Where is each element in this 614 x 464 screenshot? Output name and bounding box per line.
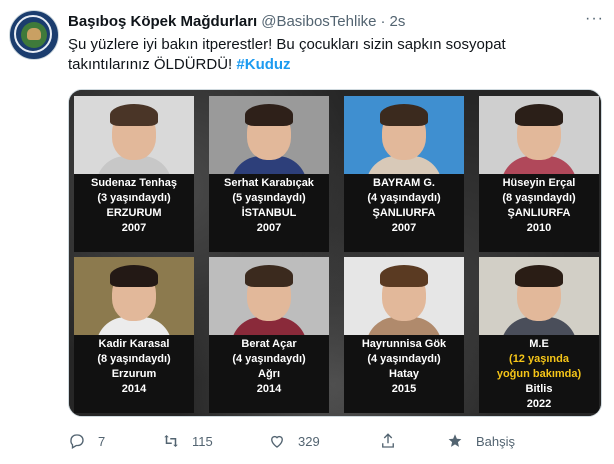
caption-line4: 2010 (526, 222, 552, 234)
child-photo (479, 257, 599, 335)
caption-line4: 2007 (391, 222, 417, 234)
caption-line2: (4 yaşındaydı) (367, 353, 441, 365)
child-photo (74, 96, 194, 174)
caption-line5: 2022 (526, 398, 552, 410)
share-button[interactable] (379, 430, 409, 452)
caption-line2: (4 yaşındaydı) (367, 192, 441, 204)
caption-line3: ŞANLIURFA (507, 207, 571, 219)
victim-card: Sudenaz Tenhaş (3 yaşındaydı) ERZURUM 2007 (74, 96, 194, 252)
avatar[interactable] (9, 10, 59, 60)
caption-line4: Bitlis (525, 383, 553, 395)
tweet-media[interactable]: Sudenaz Tenhaş (3 yaşındaydı) ERZURUM 2007 S… (68, 89, 602, 417)
child-photo (344, 96, 464, 174)
caption-line4: 2014 (121, 383, 147, 395)
victim-caption: Kadir Karasal (8 yaşındaydı) Erzurum 2014 (74, 337, 194, 397)
caption-line2: (5 yaşındaydı) (232, 192, 306, 204)
victim-card: M.E (12 yaşında yoğun bakımda) Bitlis 2022 (479, 257, 599, 413)
hashtag-link[interactable]: #Kuduz (236, 56, 290, 73)
separator-dot: · (380, 12, 386, 30)
caption-line4: 2015 (391, 383, 417, 395)
child-photo (479, 96, 599, 174)
victim-caption: Hayrunnisa Gök (4 yaşındaydı) Hatay 2015 (344, 337, 464, 397)
caption-line3: Ağrı (258, 368, 280, 380)
child-hair (380, 265, 428, 287)
victim-card: Kadir Karasal (8 yaşındaydı) Erzurum 2014 (74, 257, 194, 413)
child-photo (209, 96, 329, 174)
child-hair (515, 265, 563, 287)
retweet-icon (164, 435, 178, 447)
victim-caption: Berat Açar (4 yaşındaydı) Ağrı 2014 (209, 337, 329, 397)
child-hair (110, 265, 158, 287)
caption-line2: (12 yaşında (509, 353, 569, 365)
caption-line3: ŞANLIURFA (372, 207, 436, 219)
caption-line3: yoğun bakımda) (496, 368, 582, 380)
tip-icon (448, 434, 462, 447)
child-photo (74, 257, 194, 335)
child-photo (209, 257, 329, 335)
retweet-count: 115 (192, 433, 213, 449)
caption-line3: ERZURUM (106, 207, 162, 219)
dog-icon (27, 28, 41, 40)
caption-line1: M.E (529, 338, 549, 350)
display-name[interactable]: Başıboş Köpek Mağdurları (68, 13, 257, 30)
tweet-actions: 7 115 329 Bahşiş (68, 430, 518, 452)
caption-line1: Hüseyin Erçal (502, 177, 576, 189)
more-options-icon[interactable]: ··· (585, 10, 604, 28)
caption-line2: (4 yaşındaydı) (232, 353, 306, 365)
caption-line1: Kadir Karasal (98, 338, 170, 350)
retweet-button[interactable]: 115 (162, 430, 213, 452)
reply-button[interactable]: 7 (68, 430, 105, 452)
victim-card: Hüseyin Erçal (8 yaşındaydı) ŞANLIURFA 2010 (479, 96, 599, 252)
victim-card: BAYRAM G. (4 yaşındaydı) ŞANLIURFA 2007 (344, 96, 464, 252)
victim-caption: Serhat Karabıçak (5 yaşındaydı) İSTANBUL 20… (209, 176, 329, 236)
caption-line3: İSTANBUL (241, 207, 297, 219)
victim-card: Hayrunnisa Gök (4 yaşındaydı) Hatay 2015 (344, 257, 464, 413)
child-hair (380, 104, 428, 126)
caption-line4: 2014 (256, 383, 282, 395)
victim-caption: Hüseyin Erçal (8 yaşındaydı) ŞANLIURFA 2010 (479, 176, 599, 236)
victim-card: Berat Açar (4 yaşındaydı) Ağrı 2014 (209, 257, 329, 413)
tweet: Başıboş Köpek Mağdurları @BasibosTehlike… (0, 0, 614, 464)
child-hair (245, 265, 293, 287)
like-count: 329 (298, 433, 320, 449)
caption-line2: (8 yaşındaydı) (97, 353, 171, 365)
caption-line2: (8 yaşındaydı) (502, 192, 576, 204)
caption-line4: 2007 (121, 222, 147, 234)
child-hair (110, 104, 158, 126)
victim-caption: BAYRAM G. (4 yaşındaydı) ŞANLIURFA 2007 (344, 176, 464, 236)
caption-line3: Hatay (389, 368, 419, 380)
caption-line1: BAYRAM G. (373, 177, 435, 189)
victim-card: Serhat Karabıçak (5 yaşındaydı) İSTANBUL 20… (209, 96, 329, 252)
tweet-text: Şu yüzlere iyi bakın itperestler! Bu çoc… (68, 35, 588, 75)
caption-line1: Hayrunnisa Gök (361, 338, 447, 350)
tweet-header: Başıboş Köpek Mağdurları @BasibosTehlike… (68, 11, 405, 31)
share-icon (382, 433, 394, 448)
child-hair (515, 104, 563, 126)
caption-line2: (3 yaşındaydı) (97, 192, 171, 204)
child-photo (344, 257, 464, 335)
tweet-time[interactable]: 2s (390, 13, 406, 30)
caption-line1: Sudenaz Tenhaş (91, 177, 177, 189)
caption-line4: 2007 (256, 222, 282, 234)
caption-line1: Berat Açar (241, 338, 297, 350)
reply-count: 7 (98, 433, 106, 449)
like-button[interactable]: 329 (268, 430, 320, 452)
heart-icon (271, 435, 283, 448)
victim-caption: Sudenaz Tenhaş (3 yaşındaydı) ERZURUM 2007 (74, 176, 194, 236)
user-handle[interactable]: @BasibosTehlike (261, 13, 376, 30)
caption-line1: Serhat Karabıçak (224, 177, 314, 189)
reply-icon (70, 434, 84, 449)
tip-button[interactable]: Bahşiş (446, 430, 515, 452)
tip-label: Bahşiş (476, 433, 516, 449)
child-hair (245, 104, 293, 126)
caption-line3: Erzurum (111, 368, 157, 380)
victim-caption: M.E (12 yaşında yoğun bakımda) Bitlis 2022 (479, 337, 599, 412)
